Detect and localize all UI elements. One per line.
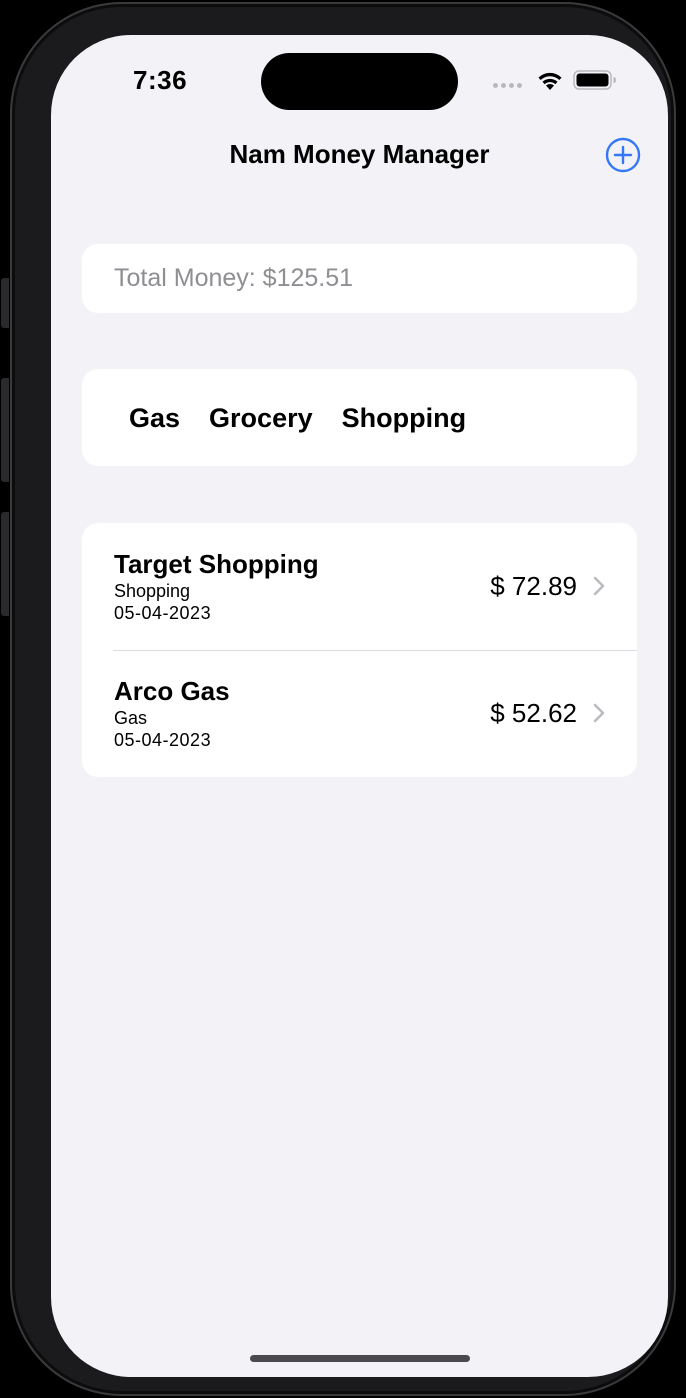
transaction-date: 05-04-2023 (114, 730, 212, 750)
battery-icon (573, 70, 616, 90)
category-filter-bar: Gas Grocery Shopping (82, 369, 637, 466)
total-money-field[interactable]: Total Money: $125.51 (82, 244, 637, 313)
volume-down-button (1, 512, 9, 616)
transaction-row[interactable]: Arco Gas Gas 05-04-2023 $ 52.62 (82, 650, 637, 777)
cellular-signal-icon (493, 83, 522, 88)
category-grocery[interactable]: Grocery (209, 403, 313, 434)
volume-up-button (1, 378, 9, 482)
category-shopping[interactable]: Shopping (342, 403, 466, 434)
phone-frame: 7:36 Nam Money Manager Total Money: $125… (10, 2, 676, 1396)
page-title: Nam Money Manager (229, 139, 490, 169)
wifi-icon (538, 72, 562, 90)
transaction-category: Gas (114, 708, 148, 728)
transaction-name: Target Shopping (114, 549, 319, 579)
plus-circle-icon[interactable] (605, 137, 641, 173)
status-time: 7:36 (133, 65, 188, 95)
total-money-text: Total Money: $125.51 (114, 264, 354, 292)
transaction-name: Arco Gas (114, 676, 230, 706)
dynamic-island (261, 53, 458, 110)
chevron-right-icon (593, 576, 605, 596)
transaction-category: Shopping (114, 581, 191, 601)
home-indicator[interactable] (250, 1355, 470, 1362)
app-screen: 7:36 Nam Money Manager Total Money: $125… (51, 35, 668, 1377)
transaction-amount: $ 72.89 (490, 571, 577, 601)
chevron-right-icon (593, 703, 605, 723)
transaction-list: Target Shopping Shopping 05-04-2023 $ 72… (82, 523, 637, 777)
category-gas[interactable]: Gas (129, 403, 180, 434)
action-button (1, 278, 9, 328)
transaction-row[interactable]: Target Shopping Shopping 05-04-2023 $ 72… (82, 523, 637, 650)
transaction-amount: $ 52.62 (490, 698, 577, 728)
transaction-date: 05-04-2023 (114, 603, 212, 623)
